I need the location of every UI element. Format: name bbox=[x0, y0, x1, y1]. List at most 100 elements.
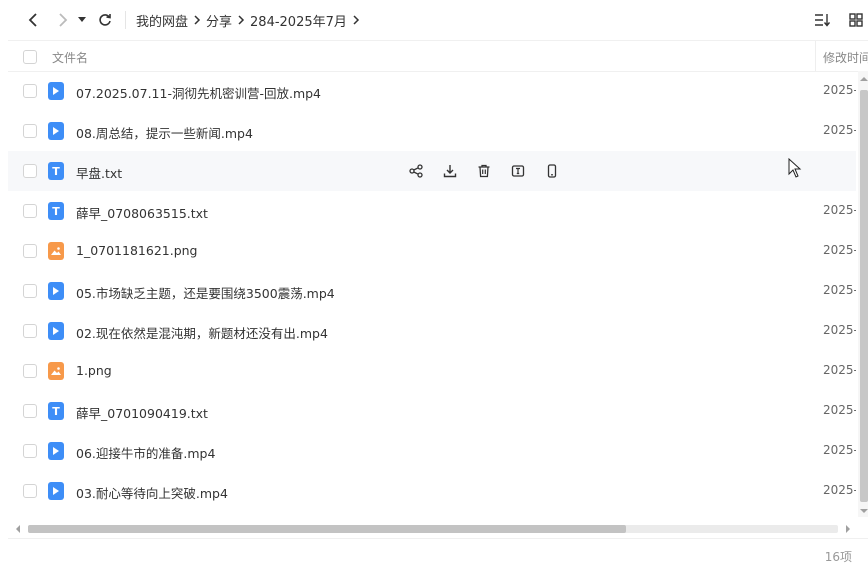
file-date: 2025- bbox=[823, 323, 856, 337]
file-name[interactable]: 早盘.txt bbox=[76, 163, 122, 182]
toolbar-divider bbox=[125, 11, 126, 29]
breadcrumb: 我的网盘 分享 284-2025年7月 bbox=[136, 0, 365, 40]
file-row[interactable]: 06.迎接牛市的准备.mp4 2025- bbox=[8, 431, 856, 471]
file-date: 2025- bbox=[823, 243, 856, 257]
file-date: 2025- bbox=[823, 123, 856, 137]
rename-icon bbox=[511, 164, 525, 178]
phone-button[interactable] bbox=[542, 161, 562, 181]
text-file-icon-letter: T bbox=[52, 404, 60, 418]
back-button[interactable] bbox=[22, 8, 44, 32]
video-file-icon bbox=[48, 322, 64, 340]
file-name[interactable]: 1.png bbox=[76, 363, 112, 378]
refresh-icon bbox=[99, 14, 111, 26]
row-checkbox[interactable] bbox=[23, 164, 37, 178]
delete-button[interactable] bbox=[474, 161, 494, 181]
caret-down-icon bbox=[78, 17, 86, 22]
file-row[interactable]: T 薛早_0708063515.txt 2025- bbox=[8, 191, 856, 231]
column-header-date[interactable]: 修改时间 bbox=[823, 49, 868, 66]
forward-button[interactable] bbox=[52, 8, 74, 32]
row-checkbox[interactable] bbox=[23, 484, 37, 498]
file-name[interactable]: 05.市场缺乏主题，还是要围绕3500震荡.mp4 bbox=[76, 283, 335, 302]
row-checkbox[interactable] bbox=[23, 204, 37, 218]
scroll-right-icon[interactable] bbox=[844, 524, 852, 534]
item-count: 16项 bbox=[824, 550, 852, 564]
row-checkbox[interactable] bbox=[23, 324, 37, 338]
row-checkbox[interactable] bbox=[23, 284, 37, 298]
breadcrumb-item[interactable]: 分享 bbox=[206, 11, 232, 30]
share-icon bbox=[409, 164, 423, 178]
history-dropdown[interactable] bbox=[75, 8, 89, 32]
chevron-right-icon bbox=[188, 0, 206, 40]
file-row[interactable]: 05.市场缺乏主题，还是要围绕3500震荡.mp4 2025- bbox=[8, 271, 856, 311]
text-file-icon: T bbox=[48, 162, 64, 180]
rename-button[interactable] bbox=[508, 161, 528, 181]
chevron-right-icon bbox=[232, 0, 250, 40]
share-button[interactable] bbox=[406, 161, 426, 181]
file-row[interactable]: 08.周总结，提示一些新闻.mp4 2025- bbox=[8, 111, 856, 151]
sort-icon bbox=[815, 14, 830, 27]
image-file-icon bbox=[48, 362, 64, 380]
view-tools bbox=[800, 8, 868, 32]
file-name[interactable]: 06.迎接牛市的准备.mp4 bbox=[76, 443, 215, 462]
file-list: 07.2025.07.11-洞彻先机密训营-回放.mp4 2025- 08.周总结，… bbox=[8, 71, 856, 511]
video-file-icon bbox=[48, 442, 64, 460]
row-checkbox[interactable] bbox=[23, 84, 37, 98]
column-divider[interactable] bbox=[815, 41, 816, 71]
video-file-icon bbox=[48, 282, 64, 300]
row-checkbox[interactable] bbox=[23, 404, 37, 418]
download-icon bbox=[443, 164, 457, 178]
text-file-icon-letter: T bbox=[52, 204, 60, 218]
breadcrumb-item[interactable]: 284-2025年7月 bbox=[250, 11, 347, 30]
row-checkbox[interactable] bbox=[23, 364, 37, 378]
list-header: 文件名 修改时间 bbox=[8, 40, 868, 72]
file-date: 2025- bbox=[823, 83, 856, 97]
chevron-left-icon bbox=[28, 13, 37, 27]
sort-button[interactable] bbox=[810, 8, 834, 32]
grid-view-button[interactable] bbox=[844, 8, 868, 32]
delete-icon bbox=[477, 164, 491, 178]
column-header-name[interactable]: 文件名 bbox=[52, 49, 88, 66]
file-name[interactable]: 薛早_0701090419.txt bbox=[76, 403, 208, 422]
breadcrumb-item[interactable]: 我的网盘 bbox=[136, 11, 188, 30]
file-date: 2025- bbox=[823, 483, 856, 497]
file-browser: 我的网盘 分享 284-2025年7月 文件名 修改时间 07.2025.07.… bbox=[8, 0, 868, 568]
file-row[interactable]: 1_0701181621.png 2025- bbox=[8, 231, 856, 271]
horizontal-scrollbar[interactable] bbox=[8, 520, 868, 538]
row-checkbox[interactable] bbox=[23, 124, 37, 138]
file-name[interactable]: 03.耐心等待向上突破.mp4 bbox=[76, 483, 228, 502]
grid-icon bbox=[849, 13, 863, 27]
file-date: 2025- bbox=[823, 443, 856, 457]
scroll-down-icon[interactable] bbox=[859, 507, 868, 515]
row-checkbox[interactable] bbox=[23, 444, 37, 458]
horizontal-scroll-thumb[interactable] bbox=[28, 525, 626, 533]
select-all-checkbox[interactable] bbox=[23, 50, 37, 64]
file-row[interactable]: 07.2025.07.11-洞彻先机密训营-回放.mp4 2025- bbox=[8, 71, 856, 111]
file-row[interactable]: T 薛早_0701090419.txt 2025- bbox=[8, 391, 856, 431]
file-date: 2025- bbox=[823, 203, 856, 217]
file-date: 2025- bbox=[823, 403, 856, 417]
top-bar: 我的网盘 分享 284-2025年7月 bbox=[8, 0, 868, 40]
scroll-up-icon[interactable] bbox=[859, 75, 868, 83]
row-actions bbox=[406, 161, 576, 181]
file-row[interactable]: T 早盘.txt bbox=[8, 151, 856, 191]
file-name[interactable]: 02.现在依然是混沌期，新题材还没有出.mp4 bbox=[76, 323, 328, 342]
file-date: 2025- bbox=[823, 283, 856, 297]
file-date: 2025- bbox=[823, 363, 856, 377]
file-name[interactable]: 08.周总结，提示一些新闻.mp4 bbox=[76, 123, 253, 142]
download-button[interactable] bbox=[440, 161, 460, 181]
file-row[interactable]: 02.现在依然是混沌期，新题材还没有出.mp4 2025- bbox=[8, 311, 856, 351]
file-name[interactable]: 薛早_0708063515.txt bbox=[76, 203, 208, 222]
file-name[interactable]: 07.2025.07.11-洞彻先机密训营-回放.mp4 bbox=[76, 83, 321, 102]
file-row[interactable]: 03.耐心等待向上突破.mp4 2025- bbox=[8, 471, 856, 511]
status-bar: 16项 bbox=[8, 538, 868, 568]
file-name[interactable]: 1_0701181621.png bbox=[76, 243, 198, 258]
vertical-scroll-thumb[interactable] bbox=[860, 90, 868, 502]
refresh-button[interactable] bbox=[94, 8, 116, 32]
row-checkbox[interactable] bbox=[23, 244, 37, 258]
file-row[interactable]: 1.png 2025- bbox=[8, 351, 856, 391]
text-file-icon-letter: T bbox=[52, 164, 60, 178]
video-file-icon bbox=[48, 482, 64, 500]
image-file-icon bbox=[48, 242, 64, 260]
text-file-icon: T bbox=[48, 202, 64, 220]
scroll-left-icon[interactable] bbox=[14, 524, 22, 534]
